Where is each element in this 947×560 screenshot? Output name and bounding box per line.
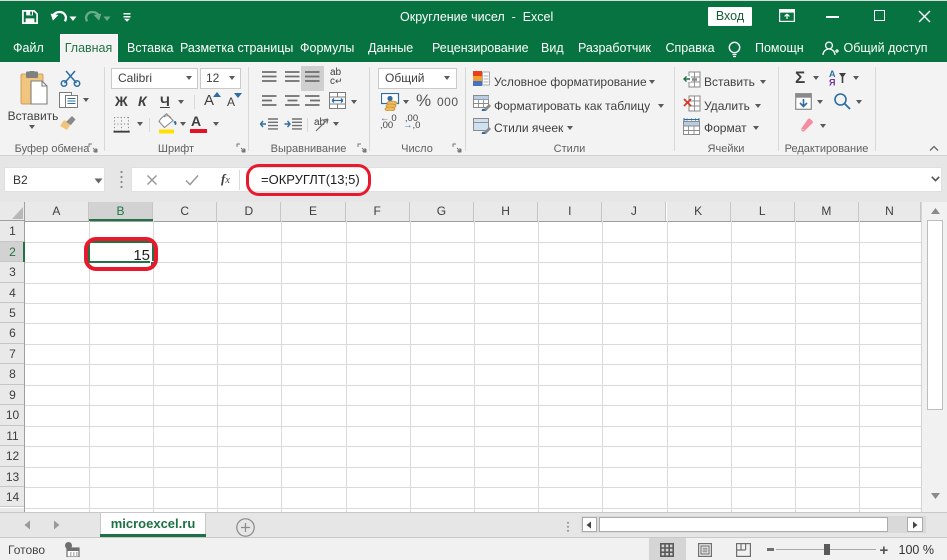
svg-text:Я: Я (829, 78, 835, 87)
